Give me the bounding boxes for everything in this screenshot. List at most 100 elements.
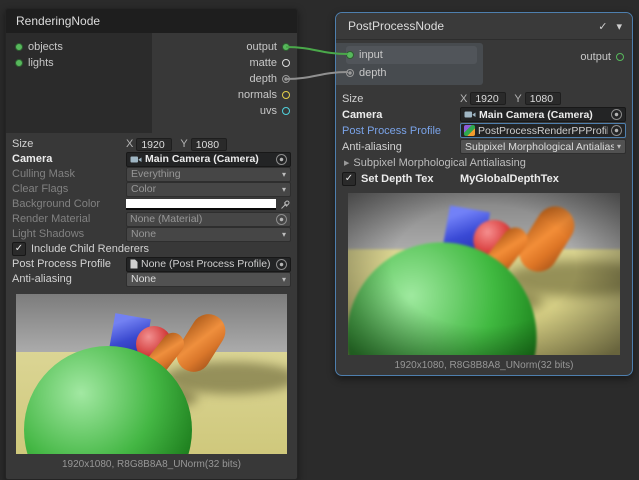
set-depth-tex-value[interactable]: MyGlobalDepthTex [460,173,559,185]
object-picker-icon[interactable] [611,125,622,136]
set-depth-tex-label: Set Depth Tex [361,173,460,185]
chevron-down-icon: ▾ [617,142,621,151]
postprocess-node-header[interactable]: PostProcessNode ✓ ▾ [336,13,632,40]
port-matte-label: matte [249,57,277,69]
postprocess-node-input-panel: input depth [336,43,483,85]
post-process-profile-object-field[interactable]: None (Post Process Profile) [126,257,291,272]
pp-anti-aliasing-dropdown[interactable]: Subpixel Morphological Antialiasing ▾ [460,139,626,154]
port-uvs[interactable] [282,107,290,115]
port-row-output: output [238,39,290,55]
postprocess-node[interactable]: PostProcessNode ✓ ▾ input depth output [335,12,633,376]
clear-flags-row: Clear Flags Color ▾ [12,182,291,196]
rendering-node-ports: objects lights output matte depth [6,33,297,133]
port-depth-in-label: depth [359,67,387,79]
vignette-overlay [348,193,620,355]
object-picker-icon[interactable] [276,259,287,270]
postprocess-node-output-panel: output [580,48,624,66]
port-objects[interactable] [15,43,23,51]
port-pp-output-label: output [580,51,611,63]
culling-mask-label: Culling Mask [12,168,126,180]
port-row-pp-output: output [580,48,624,66]
camera-icon [130,155,142,164]
camera-label: Camera [12,153,126,165]
anti-aliasing-value: None [131,273,279,285]
x-axis-label: X [126,138,133,150]
pp-size-x-field[interactable]: 1920 [470,92,506,105]
port-input-label: input [359,49,383,61]
light-shadows-value: None [131,228,279,240]
render-preview-scene [16,294,287,454]
port-normals[interactable] [282,91,290,99]
size-row: Size X 1920 Y 1080 [12,137,291,151]
render-material-value: None (Material) [130,213,273,225]
port-row-objects: objects [15,39,152,55]
post-process-profile-label: Post Process Profile [12,258,126,270]
node-graph-canvas[interactable]: RenderingNode objects lights output [0,0,639,480]
chevron-down-icon: ▾ [282,185,286,194]
pp-size-label: Size [342,93,460,105]
pp-size-row: Size X 1920 Y 1080 [342,91,626,106]
smaa-foldout-row[interactable]: ▶ Subpixel Morphological Antialiasing [342,155,626,170]
pp-size-y-field[interactable]: 1080 [525,92,561,105]
rendering-node-preview-caption: 1920x1080, R8G8B8A8_UNorm(32 bits) [6,459,297,470]
y-axis-label: Y [514,93,521,105]
rendering-node-header[interactable]: RenderingNode [6,9,297,33]
port-lights[interactable] [15,59,23,67]
port-row-matte: matte [238,55,290,71]
port-input[interactable] [346,51,354,59]
set-depth-tex-checkbox[interactable]: ✓ [342,172,356,186]
port-pp-output[interactable] [616,53,624,61]
culling-mask-value: Everything [131,168,279,180]
include-child-renderers-checkbox[interactable]: ✓ [12,242,26,256]
port-output[interactable] [282,43,290,51]
node-enabled-check-icon[interactable]: ✓ [598,20,607,33]
camera-icon [464,110,476,119]
port-row-input: input [346,46,477,64]
pp-profile-object-field[interactable]: PostProcessRenderPPProfile (Pos [460,123,626,138]
clear-flags-value: Color [131,183,279,195]
pp-camera-label: Camera [342,109,460,121]
eyedropper-icon[interactable] [280,199,291,210]
port-normals-label: normals [238,89,277,101]
size-x-field[interactable]: 1920 [136,138,172,151]
port-depth-in[interactable] [346,69,354,77]
rendering-node[interactable]: RenderingNode objects lights output [5,8,298,480]
port-depth[interactable] [282,75,290,83]
size-y-field[interactable]: 1080 [191,138,227,151]
light-shadows-label: Light Shadows [12,228,126,240]
object-picker-icon[interactable] [276,154,287,165]
port-row-normals: normals [238,87,290,103]
background-color-label: Background Color [12,198,126,210]
collapse-chevron-icon[interactable]: ▾ [616,20,622,33]
foldout-arrow-icon[interactable]: ▶ [344,159,349,167]
culling-mask-dropdown[interactable]: Everything ▾ [126,167,291,182]
anti-aliasing-dropdown[interactable]: None ▾ [126,272,291,287]
pp-camera-row: Camera Main Camera (Camera) [342,107,626,122]
culling-mask-row: Culling Mask Everything ▾ [12,167,291,181]
rendering-node-properties: Size X 1920 Y 1080 Camera Main Camera (C… [6,133,297,286]
render-material-label: Render Material [12,213,126,225]
include-child-renderers-label: Include Child Renderers [31,243,149,255]
clear-flags-dropdown[interactable]: Color ▾ [126,182,291,197]
port-matte[interactable] [282,59,290,67]
color-swatch[interactable] [126,199,276,210]
chevron-down-icon: ▾ [282,170,286,179]
port-row-depth-in: depth [346,64,483,82]
rendering-node-output-panel: output matte depth normals uvs [238,33,297,119]
pp-camera-object-field[interactable]: Main Camera (Camera) [460,107,626,122]
port-depth-label: depth [249,73,277,85]
light-shadows-dropdown[interactable]: None ▾ [126,227,291,242]
rendering-node-title: RenderingNode [16,14,100,28]
render-material-row: Render Material None (Material) [12,212,291,226]
object-picker-icon[interactable] [276,214,287,225]
anti-aliasing-row: Anti-aliasing None ▾ [12,272,291,286]
port-lights-label: lights [28,57,54,69]
include-child-renderers-row: ✓ Include Child Renderers [12,242,291,256]
port-row-uvs: uvs [238,103,290,119]
size-label: Size [12,138,126,150]
object-picker-icon[interactable] [611,109,622,120]
pp-anti-aliasing-label: Anti-aliasing [342,141,460,153]
render-material-object-field[interactable]: None (Material) [126,212,291,227]
camera-object-field[interactable]: Main Camera (Camera) [126,152,291,167]
anti-aliasing-label: Anti-aliasing [12,273,126,285]
